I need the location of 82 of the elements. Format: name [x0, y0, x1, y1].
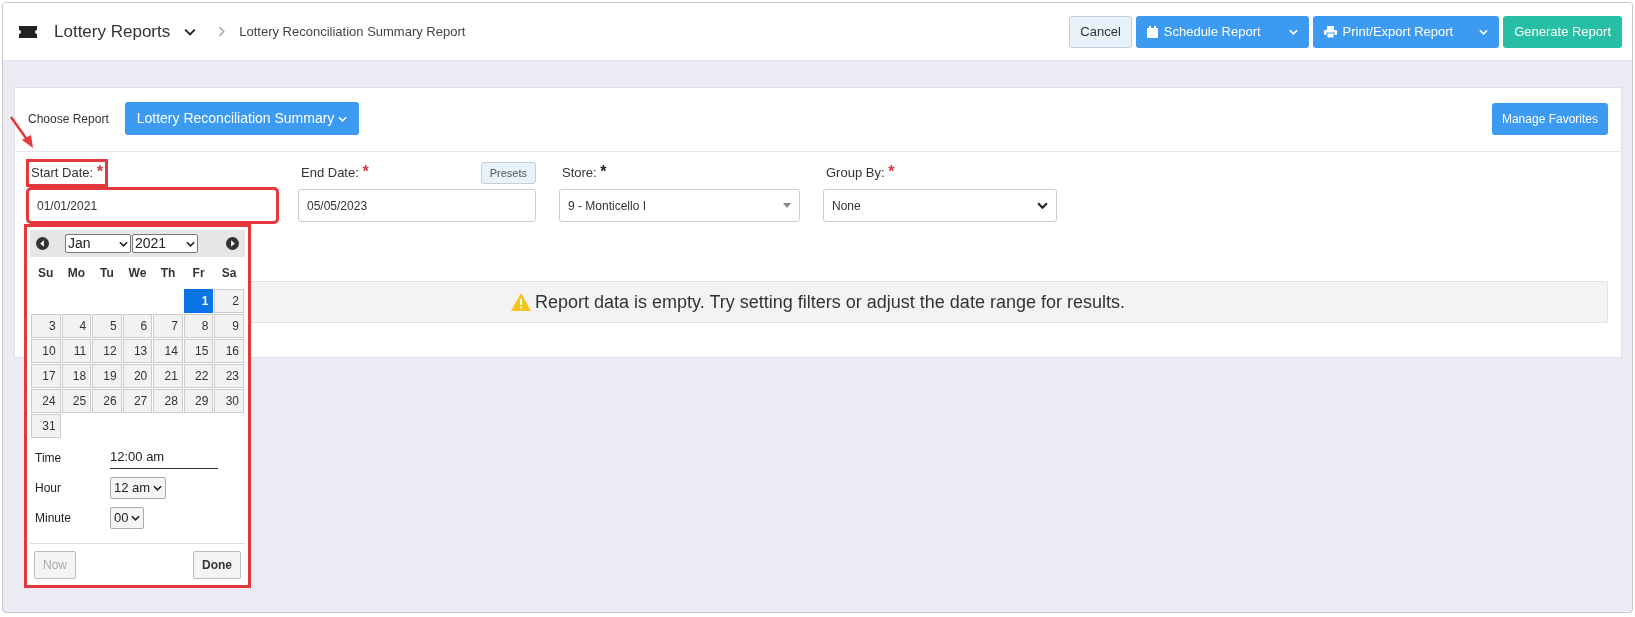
day-cell[interactable]: 14	[153, 339, 183, 363]
day-cell[interactable]: 24	[31, 389, 61, 413]
day-cell[interactable]: 31	[31, 414, 61, 438]
day-cell[interactable]: 25	[61, 389, 92, 413]
caret-icon	[338, 115, 348, 122]
day-cell[interactable]: 12	[92, 339, 122, 363]
empty-message: Report data is empty. Try setting filters or adjust the date range for results.	[535, 290, 1125, 314]
breadcrumb-item: Lottery Reconciliation Summary Report	[239, 22, 466, 41]
day-cell[interactable]: 1	[183, 289, 214, 313]
field-label: Choose Report	[28, 110, 109, 128]
calendar-icon	[1146, 25, 1158, 38]
weekday-label: We	[127, 265, 148, 282]
caret-icon	[1037, 202, 1048, 209]
required-mark: *	[888, 163, 895, 181]
caret-icon	[1288, 28, 1298, 35]
chevron-down-icon	[184, 27, 197, 36]
day-cell[interactable]: 8	[183, 314, 214, 338]
weekday-label: Th	[159, 265, 177, 282]
day-cell[interactable]: 2	[214, 289, 244, 313]
page-title: Lottery Reports	[54, 20, 171, 43]
date-field[interactable]: 01/01/2021	[28, 189, 277, 222]
time-field[interactable]: 12:00 am	[110, 446, 218, 470]
weekday-label: Mo	[66, 265, 86, 282]
presets-button[interactable]: Presets	[480, 161, 536, 185]
day-cell[interactable]: 23	[214, 364, 244, 388]
day-cell[interactable]: 17	[31, 364, 61, 388]
day-cell[interactable]: 16	[214, 339, 244, 363]
day-cell[interactable]: 15	[183, 339, 214, 363]
date-field[interactable]: 05/05/2023	[298, 189, 536, 222]
required-mark: *	[362, 163, 369, 181]
day-cell[interactable]: 26	[92, 389, 122, 413]
warning-icon	[511, 293, 531, 311]
day-cell[interactable]: 19	[92, 364, 122, 388]
day-cell[interactable]: 9	[214, 314, 244, 338]
caret-icon	[119, 240, 128, 247]
field-label: Minute	[34, 510, 73, 527]
next-month-icon[interactable]	[226, 237, 239, 250]
day-cell[interactable]: 6	[122, 314, 153, 338]
caret-icon	[186, 240, 195, 247]
day-cell[interactable]: 10	[31, 339, 61, 363]
field-label: End Date: *	[300, 162, 370, 183]
weekday-label: Fr	[191, 265, 206, 282]
day-cell[interactable]: 27	[122, 389, 153, 413]
day-cell[interactable]: 29	[183, 389, 214, 413]
day-cell[interactable]: 30	[214, 389, 244, 413]
weekday-label: Tu	[99, 265, 115, 282]
hour-select[interactable]: 12 am	[110, 477, 167, 499]
field-label: Start Date: *	[28, 161, 106, 185]
done-button[interactable]: Done	[193, 551, 241, 579]
day-cell[interactable]: 13	[122, 339, 153, 363]
caret-icon	[153, 485, 163, 491]
select-field[interactable]: None	[823, 189, 1057, 222]
day-cell[interactable]: 21	[153, 364, 183, 388]
caret-icon	[131, 515, 141, 521]
required-mark: *	[96, 163, 103, 181]
year-select[interactable]: 2021	[132, 234, 198, 253]
breadcrumb-separator-icon	[218, 26, 226, 37]
day-cell[interactable]: 22	[183, 364, 214, 388]
field-label: Time	[34, 450, 63, 467]
day-cell[interactable]: 7	[153, 314, 183, 338]
ticket-icon	[18, 24, 38, 39]
caret-icon	[783, 203, 791, 208]
weekday-label: Sa	[220, 265, 238, 282]
month-select[interactable]: Jan	[65, 234, 131, 253]
printer-icon	[1323, 25, 1337, 38]
field-label: Store: *	[561, 162, 608, 183]
day-cell[interactable]: 18	[61, 364, 92, 388]
field-label: Hour	[34, 480, 62, 497]
required-mark: *	[600, 163, 607, 181]
field-label: Group By: *	[825, 162, 896, 183]
day-cell[interactable]: 5	[92, 314, 122, 338]
day-cell[interactable]: 4	[61, 314, 92, 338]
previous-month-icon[interactable]	[36, 237, 49, 250]
cancel-button[interactable]: Cancel	[1069, 15, 1132, 48]
minute-select[interactable]: 00	[110, 507, 145, 529]
day-cell[interactable]: 20	[122, 364, 153, 388]
weekday-label: Su	[37, 265, 55, 282]
day-cell[interactable]: 3	[31, 314, 61, 338]
caret-icon	[1479, 28, 1489, 35]
day-cell[interactable]: 28	[153, 389, 183, 413]
day-cell[interactable]: 11	[61, 339, 92, 363]
store-dropdown[interactable]: 9 - Monticello I	[559, 189, 800, 222]
